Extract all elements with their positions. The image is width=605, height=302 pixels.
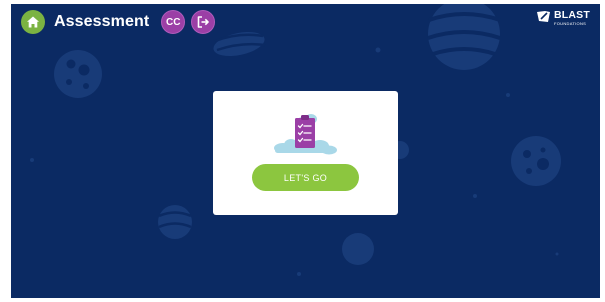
app-screen: Assessment CC BLAST FOUNDATIONS LET'S GO <box>11 4 600 298</box>
start-assessment-card: LET'S GO <box>213 91 398 215</box>
logout-button[interactable] <box>191 10 216 34</box>
ringed-planet-decoration <box>213 31 266 57</box>
home-button[interactable] <box>21 10 45 34</box>
brand-logo: BLAST FOUNDATIONS <box>536 10 590 26</box>
star-dot <box>30 158 34 162</box>
user-avatar[interactable]: CC <box>161 10 186 34</box>
plain-planet-decoration <box>342 233 374 265</box>
brand-name: BLAST <box>554 9 590 21</box>
page-title: Assessment <box>54 13 150 30</box>
logout-icon <box>197 16 210 28</box>
small-planet-decoration <box>158 205 192 239</box>
striped-planet-decoration <box>427 4 501 70</box>
home-icon <box>27 16 39 28</box>
clipboard-checklist-icon <box>274 114 337 155</box>
star-dot <box>506 93 510 97</box>
lets-go-button[interactable]: LET'S GO <box>252 164 359 191</box>
blast-logo-icon <box>537 11 550 22</box>
top-bar: Assessment CC <box>21 9 216 35</box>
brand-subtitle: FOUNDATIONS <box>554 20 587 26</box>
star-dot <box>375 47 381 53</box>
star-dot <box>555 252 559 256</box>
star-dot <box>473 194 477 198</box>
planet-decoration <box>54 50 102 98</box>
star-dot <box>297 272 301 276</box>
planet-decoration <box>511 136 561 186</box>
